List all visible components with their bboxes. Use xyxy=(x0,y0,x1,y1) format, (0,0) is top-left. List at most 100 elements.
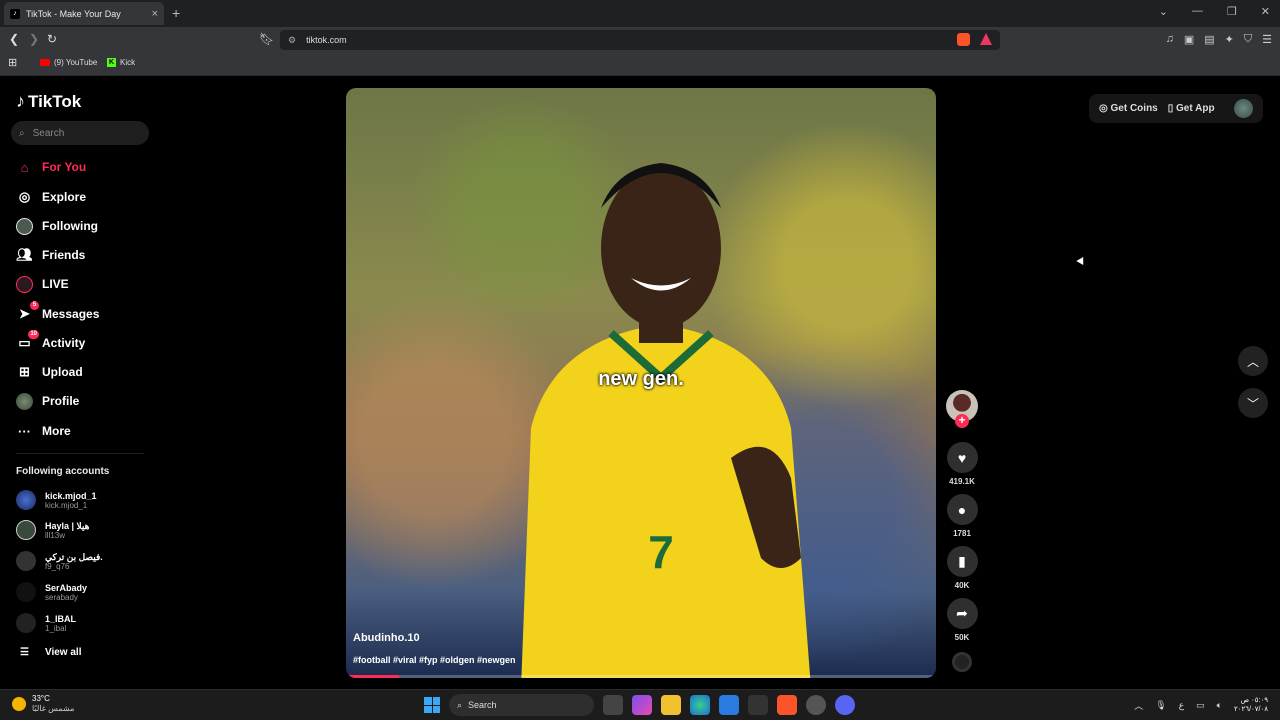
account-item[interactable]: SerAbady serabady xyxy=(16,582,87,602)
user-avatar[interactable] xyxy=(1234,99,1253,118)
address-bar[interactable]: ⚙ tiktok.com xyxy=(280,30,1000,50)
new-tab-button[interactable]: + xyxy=(172,5,180,21)
chevron-up-icon: ︿ xyxy=(1246,354,1259,369)
nav-explore[interactable]: ◎ Explore xyxy=(16,187,156,207)
save-action[interactable]: ▮ 40K xyxy=(946,546,978,590)
like-count: 419.1K xyxy=(949,477,975,486)
video-hashtags[interactable]: #football #viral #fyp #oldgen #newgen xyxy=(353,655,516,665)
taskbar-apps: ⌕ Search xyxy=(424,694,855,716)
heart-icon[interactable]: ♥ xyxy=(946,442,978,473)
comment-action[interactable]: ● 1781 xyxy=(946,494,978,538)
account-item[interactable]: 1_IBAL 1_ibal xyxy=(16,613,76,633)
account-item[interactable]: Hayla | هيلا lll13w xyxy=(16,520,89,540)
tab-close-icon[interactable]: × xyxy=(152,8,158,20)
nav-more[interactable]: ··· More xyxy=(16,421,156,441)
nav-friends[interactable]: 👥︎ Friends xyxy=(16,245,156,265)
account-name: SerAbady xyxy=(45,582,88,593)
back-icon[interactable]: ❮ xyxy=(9,32,19,46)
windows-start-icon[interactable] xyxy=(424,697,440,713)
maximize-icon[interactable]: ❐ xyxy=(1227,5,1237,18)
follow-button[interactable]: + xyxy=(955,414,969,428)
vpn-icon[interactable]: ⛉ xyxy=(1244,33,1252,46)
site-info-icon[interactable]: ⚙ xyxy=(288,35,296,46)
search-input[interactable]: ⌕ Search xyxy=(11,121,149,145)
minimize-icon[interactable]: — xyxy=(1192,5,1203,18)
steam-icon[interactable] xyxy=(748,695,768,715)
previous-video-button[interactable]: ︿ xyxy=(1238,346,1268,376)
network-icon[interactable]: ▭ xyxy=(1196,700,1205,711)
taskbar-search[interactable]: ⌕ Search xyxy=(449,694,594,716)
browser-toolbar: ❮ ❯ ↻ 🔖︎ ⚙ tiktok.com ♫ ▣ ▤ ✦ ⛉ ☰ xyxy=(0,27,1280,53)
video-progress-bar[interactable] xyxy=(346,675,936,678)
windows-taskbar: 33°C مشمس غالبًا ⌕ Search ︿ 🎙︎ ع ▭ 🔈︎ ٠٥… xyxy=(0,689,1280,720)
address-extensions xyxy=(957,33,992,46)
get-app-button[interactable]: ▯ Get App xyxy=(1168,103,1215,114)
music-disc-icon[interactable] xyxy=(952,652,972,672)
home-icon: ⌂ xyxy=(20,159,29,175)
nav-profile[interactable]: Profile xyxy=(16,391,156,411)
browser-tab[interactable]: ♪ TikTok - Make Your Day × xyxy=(4,2,164,25)
weather-desc: مشمس غالبًا xyxy=(32,704,75,713)
discord-icon[interactable] xyxy=(835,695,855,715)
close-window-icon[interactable]: ✕ xyxy=(1261,5,1270,18)
clock-time: ٠٥:٠٩ ص xyxy=(1240,697,1268,704)
nav-activity[interactable]: ▭ 10 Activity xyxy=(16,329,156,353)
task-view-icon[interactable] xyxy=(603,695,623,715)
tiktok-logo[interactable]: ♪ TikTok xyxy=(16,91,81,112)
nav-for-you[interactable]: ⌂ For You xyxy=(16,157,156,177)
get-coins-label: Get Coins xyxy=(1110,103,1158,114)
menu-icon[interactable]: ☰ xyxy=(1262,33,1272,46)
view-all-link[interactable]: ☰ View all xyxy=(20,647,81,658)
chrome-icon[interactable] xyxy=(806,695,826,715)
input-method[interactable]: ع xyxy=(1179,700,1184,711)
share-action[interactable]: ➦ 50K xyxy=(946,598,978,642)
nav-messages[interactable]: ➤ 5 Messages xyxy=(16,300,156,324)
bookmark-icon[interactable]: ▮ xyxy=(946,546,978,577)
brave-rewards-icon[interactable] xyxy=(980,33,992,45)
media-icon[interactable]: ♫ xyxy=(1166,33,1174,46)
next-video-button[interactable]: ﹀ xyxy=(1238,388,1268,418)
clock[interactable]: ٠٥:٠٩ ص ٢٠٢٦/٠٧/٠٨ xyxy=(1234,696,1268,714)
share-icon[interactable]: ➦ xyxy=(946,598,978,629)
account-item[interactable]: فيصل بن تركي. f9_q76 xyxy=(16,551,103,571)
edge-icon[interactable] xyxy=(690,695,710,715)
bookmark-icon[interactable]: 🔖︎ xyxy=(259,32,274,46)
following-avatar-icon xyxy=(16,217,33,235)
sidebar-toggle-icon[interactable]: ▣ xyxy=(1184,33,1194,46)
file-explorer-icon[interactable] xyxy=(661,695,681,715)
avatar xyxy=(16,613,36,633)
store-icon[interactable] xyxy=(719,695,739,715)
comment-icon[interactable]: ● xyxy=(946,494,978,525)
video-player[interactable]: 7 new gen. Abudinho.10 #football #viral … xyxy=(346,88,936,678)
account-item[interactable]: kick.mjod_1 kick.mjod_1 xyxy=(16,490,97,510)
messages-badge: 5 xyxy=(30,300,39,310)
search-icon: ⌕ xyxy=(19,127,25,139)
tab-search-icon[interactable]: ⌄ xyxy=(1159,5,1168,18)
like-action[interactable]: ♥ 419.1K xyxy=(946,442,978,486)
bookmark-youtube[interactable]: (9) YouTube xyxy=(40,58,97,67)
clock-date: ٢٠٢٦/٠٧/٠٨ xyxy=(1234,706,1268,713)
tab-title: TikTok - Make Your Day xyxy=(26,8,121,19)
video-author[interactable]: Abudinho.10 xyxy=(353,632,420,644)
apps-grid-icon[interactable]: ⊞ xyxy=(8,56,17,69)
share-count: 50K xyxy=(954,633,970,642)
get-coins-button[interactable]: ◎ Get Coins xyxy=(1099,103,1158,114)
nav-label: Upload xyxy=(42,365,83,379)
brave-shield-icon[interactable] xyxy=(957,33,970,46)
brave-icon[interactable] xyxy=(777,695,797,715)
leo-ai-icon[interactable]: ✦ xyxy=(1225,33,1234,46)
bookmark-kick[interactable]: K Kick xyxy=(107,58,135,67)
copilot-icon[interactable] xyxy=(632,695,652,715)
microphone-icon[interactable]: 🎙︎ xyxy=(1155,700,1166,711)
weather-widget[interactable]: 33°C مشمس غالبًا xyxy=(12,694,74,714)
chevron-up-icon[interactable]: ︿ xyxy=(1134,699,1143,712)
forward-icon[interactable]: ❯ xyxy=(29,32,39,46)
avatar xyxy=(16,490,36,510)
speaker-icon[interactable]: 🔈︎ xyxy=(1217,700,1222,711)
nav-following[interactable]: Following xyxy=(16,216,156,236)
nav-upload[interactable]: ⊞ Upload xyxy=(16,362,156,382)
reload-icon[interactable]: ↻ xyxy=(47,32,57,46)
messages-icon: ➤ 5 xyxy=(16,300,39,323)
wallet-icon[interactable]: ▤ xyxy=(1204,33,1214,46)
nav-live[interactable]: LIVE xyxy=(16,274,156,294)
